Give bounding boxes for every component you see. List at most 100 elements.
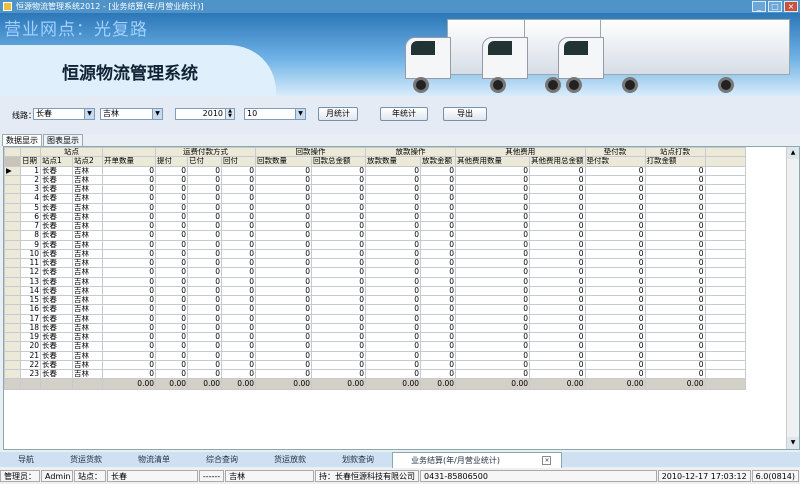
cell-value[interactable]: 0 — [365, 257, 421, 269]
tab-general-query[interactable]: 综合查询 — [188, 452, 256, 467]
cell-value[interactable]: 0 — [155, 331, 188, 343]
cell-value[interactable]: 0 — [221, 294, 256, 306]
cell-value[interactable]: 0 — [455, 174, 530, 186]
cell-value[interactable]: 0 — [221, 211, 256, 223]
table-row[interactable]: 13 长春 吉林 0 0 0 0 0 0 0 0 0 0 0 0 — [4, 276, 746, 287]
cell-station2[interactable]: 吉林 — [72, 276, 103, 287]
cell-day[interactable]: 7 — [20, 220, 41, 232]
cell-value[interactable]: 0 — [420, 183, 456, 195]
cell-value[interactable]: 0 — [455, 359, 530, 371]
cell-value[interactable]: 0 — [644, 359, 706, 371]
cell-value[interactable]: 0 — [644, 220, 706, 232]
cell-station1[interactable]: 长春 — [40, 257, 73, 269]
cell-day[interactable]: 22 — [20, 359, 41, 371]
cell-value[interactable]: 0 — [644, 174, 706, 186]
cell-value[interactable]: 0 — [529, 313, 586, 324]
cell-value[interactable]: 0 — [584, 359, 646, 371]
cell-station1[interactable]: 长春 — [40, 294, 73, 306]
cell-value[interactable]: 0 — [221, 313, 256, 324]
cell-value[interactable]: 0 — [102, 202, 156, 213]
cell-station1[interactable]: 长春 — [40, 313, 73, 324]
cell-value[interactable]: 0 — [102, 174, 156, 186]
col-header-pickup-pay[interactable]: 提付 — [155, 156, 188, 167]
cell-day[interactable]: 10 — [20, 248, 41, 260]
cell-value[interactable]: 0 — [102, 341, 156, 352]
cell-value[interactable]: 0 — [529, 193, 586, 204]
cell-value[interactable]: 0 — [255, 285, 312, 297]
cell-value[interactable]: 0 — [529, 267, 586, 278]
cell-value[interactable]: 0 — [221, 193, 256, 204]
vertical-scrollbar[interactable]: ▲ ▼ — [786, 147, 799, 449]
cell-value[interactable]: 0 — [455, 304, 530, 315]
table-row[interactable]: 17 长春 吉林 0 0 0 0 0 0 0 0 0 0 0 0 — [4, 313, 746, 324]
cell-value[interactable]: 0 — [365, 313, 421, 324]
cell-value[interactable]: 0 — [455, 368, 530, 380]
cell-value[interactable]: 0 — [102, 248, 156, 260]
cell-value[interactable]: 0 — [420, 350, 456, 361]
cell-station1[interactable]: 长春 — [40, 230, 73, 241]
chevron-down-icon[interactable]: ▼ — [152, 109, 162, 119]
cell-value[interactable]: 0 — [187, 230, 222, 241]
cell-value[interactable]: 0 — [221, 202, 256, 213]
cell-value[interactable]: 0 — [455, 248, 530, 260]
cell-value[interactable]: 0 — [255, 230, 312, 241]
table-row[interactable]: 21 长春 吉林 0 0 0 0 0 0 0 0 0 0 0 0 — [4, 350, 746, 361]
statistics-grid[interactable]: 站点 运费付款方式 回款操作 放款操作 其他费用 垫付款 站点打款 日期 站点1… — [3, 146, 800, 450]
cell-value[interactable]: 0 — [455, 183, 530, 195]
cell-value[interactable]: 0 — [529, 257, 586, 269]
row-selector[interactable] — [4, 193, 21, 204]
cell-value[interactable]: 0 — [155, 193, 188, 204]
cell-day[interactable]: 9 — [20, 239, 41, 250]
cell-value[interactable]: 0 — [187, 313, 222, 324]
col-header-station1[interactable]: 站点1 — [40, 156, 73, 167]
cell-value[interactable]: 0 — [365, 220, 421, 232]
cell-value[interactable]: 0 — [420, 331, 456, 343]
cell-value[interactable]: 0 — [187, 239, 222, 250]
table-row[interactable]: 11 长春 吉林 0 0 0 0 0 0 0 0 0 0 0 0 — [4, 257, 746, 269]
cell-value[interactable]: 0 — [311, 304, 366, 315]
cell-value[interactable]: 0 — [455, 331, 530, 343]
cell-station1[interactable]: 长春 — [40, 193, 73, 204]
cell-day[interactable]: 17 — [20, 313, 41, 324]
cell-day[interactable]: 5 — [20, 202, 41, 213]
cell-station2[interactable]: 吉林 — [72, 193, 103, 204]
cell-value[interactable]: 0 — [455, 165, 530, 176]
row-selector[interactable] — [4, 359, 21, 371]
cell-value[interactable]: 0 — [255, 276, 312, 287]
col-header-release-amount[interactable]: 放款金额 — [420, 156, 456, 167]
cell-value[interactable]: 0 — [102, 230, 156, 241]
table-row[interactable]: 2 长春 吉林 0 0 0 0 0 0 0 0 0 0 0 0 — [4, 174, 746, 186]
cell-station2[interactable]: 吉林 — [72, 331, 103, 343]
row-selector[interactable] — [4, 350, 21, 361]
cell-station1[interactable]: 长春 — [40, 341, 73, 352]
cell-value[interactable]: 0 — [102, 220, 156, 232]
cell-value[interactable]: 0 — [187, 174, 222, 186]
cell-value[interactable]: 0 — [644, 257, 706, 269]
cell-value[interactable]: 0 — [420, 322, 456, 334]
cell-value[interactable]: 0 — [529, 220, 586, 232]
cell-value[interactable]: 0 — [420, 211, 456, 223]
cell-value[interactable]: 0 — [365, 322, 421, 334]
close-button[interactable]: × — [784, 1, 798, 12]
cell-station2[interactable]: 吉林 — [72, 174, 103, 186]
table-row[interactable]: 23 长春 吉林 0 0 0 0 0 0 0 0 0 0 0 0 — [4, 368, 746, 380]
cell-value[interactable]: 0 — [102, 313, 156, 324]
cell-station2[interactable]: 吉林 — [72, 322, 103, 334]
cell-value[interactable]: 0 — [187, 350, 222, 361]
cell-value[interactable]: 0 — [255, 248, 312, 260]
cell-value[interactable]: 0 — [584, 368, 646, 380]
row-selector[interactable] — [4, 211, 21, 223]
cell-value[interactable]: 0 — [255, 239, 312, 250]
cell-value[interactable]: 0 — [365, 304, 421, 315]
row-selector[interactable] — [4, 341, 21, 352]
cell-station1[interactable]: 长春 — [40, 368, 73, 380]
cell-value[interactable]: 0 — [311, 359, 366, 371]
cell-station2[interactable]: 吉林 — [72, 257, 103, 269]
col-header-transfer-amount[interactable]: 打款金额 — [644, 156, 706, 167]
cell-value[interactable]: 0 — [221, 220, 256, 232]
cell-value[interactable]: 0 — [529, 165, 586, 176]
cell-value[interactable]: 0 — [584, 202, 646, 213]
row-selector[interactable]: ▶ — [4, 165, 21, 176]
cell-value[interactable]: 0 — [529, 322, 586, 334]
year-stat-button[interactable]: 年统计 — [380, 107, 428, 121]
